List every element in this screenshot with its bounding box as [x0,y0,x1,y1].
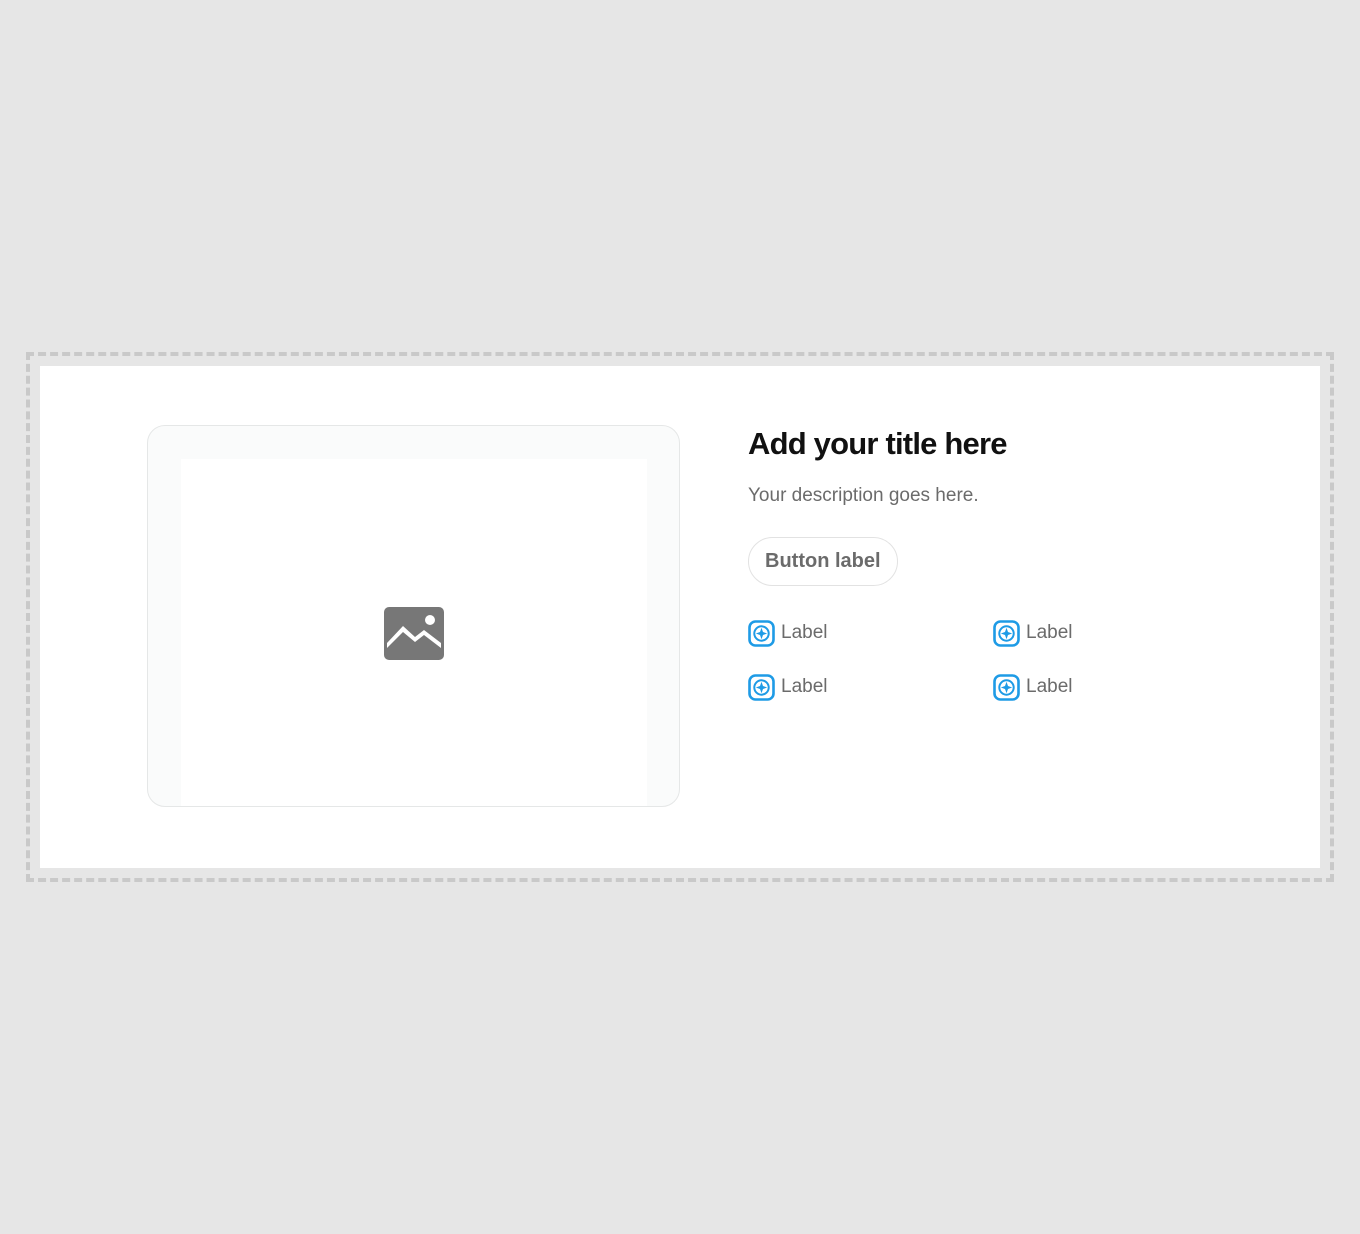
compass-icon [993,673,1020,701]
cta-button[interactable]: Button label [748,537,898,586]
compass-icon [993,619,1020,647]
compass-icon [748,673,775,701]
feature-label: Label [1026,676,1073,697]
feature-item: Label [748,619,993,647]
image-placeholder-icon [384,607,444,660]
media-card [147,425,680,807]
feature-list: Label Label Label Label [748,619,1268,701]
media-placeholder [181,459,647,806]
hero-description: Your description goes here. [748,485,979,506]
feature-item: Label [748,673,993,701]
hero-section: Add your title here Your description goe… [40,366,1320,868]
feature-item: Label [993,673,1238,701]
feature-label: Label [1026,622,1073,643]
feature-label: Label [781,622,828,643]
feature-label: Label [781,676,828,697]
feature-item: Label [993,619,1238,647]
hero-title: Add your title here [748,426,1007,461]
compass-icon [748,619,775,647]
hero-content: Add your title here Your description goe… [748,424,1268,701]
